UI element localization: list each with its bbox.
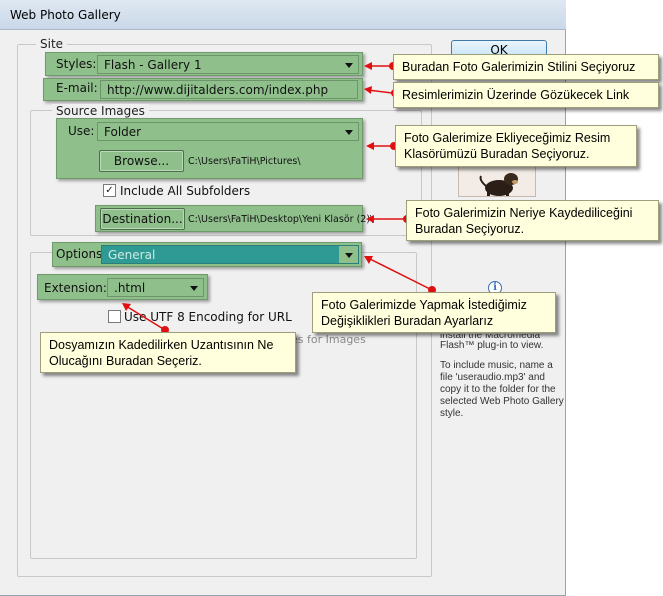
callout-style: Buradan Foto Galerimizin Stilini Seçiyor… [393, 54, 659, 80]
callout-extension: Dosyamızın Kadedilirken Uzantısının Ne O… [40, 332, 296, 373]
callout-folder: Foto Galerimize Ekliyeceğimiz Resim Klas… [395, 125, 637, 167]
callout-options: Foto Galerimizde Yapmak İstediğimiz Deği… [312, 292, 556, 333]
callout-link: Resimlerimizin Üzerinde Gözükecek Link [393, 82, 659, 108]
callout-destination: Foto Galerimizin Neriye Kaydediliceğini … [406, 200, 659, 241]
